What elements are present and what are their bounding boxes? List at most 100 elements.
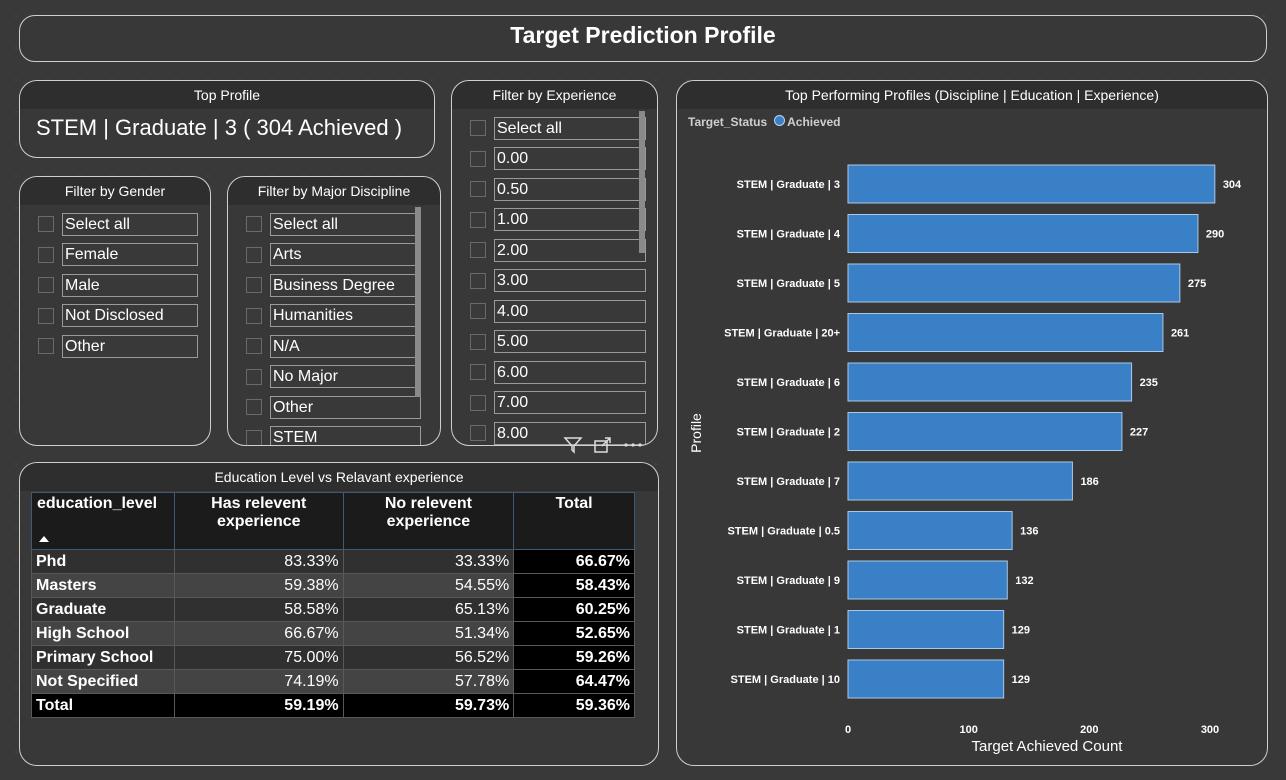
x-tick-label: 0 [845, 724, 851, 736]
x-tick-label: 200 [1080, 724, 1098, 736]
gender-option[interactable]: Select all [38, 209, 210, 240]
focus-mode-icon[interactable] [593, 436, 613, 454]
experience-checkbox[interactable] [470, 181, 486, 198]
table-row[interactable]: Masters 59.38% 54.55% 58.43% [31, 573, 635, 598]
experience-checkbox[interactable] [470, 333, 486, 350]
column-header-education-level[interactable]: education_level [31, 492, 175, 550]
experience-checkbox[interactable] [470, 364, 486, 381]
major-checkbox[interactable] [246, 338, 262, 355]
gender-checkbox[interactable] [38, 307, 54, 324]
experience-checkbox[interactable] [470, 425, 486, 442]
bar[interactable] [847, 461, 1073, 501]
experience-checkbox[interactable] [470, 150, 486, 167]
table-row[interactable]: Primary School 75.00% 56.52% 59.26% [31, 645, 635, 670]
bar[interactable] [847, 313, 1164, 352]
gender-slicer-list: Select all Female Male Not Disclosed Other [20, 205, 210, 362]
bar[interactable] [847, 560, 1008, 600]
data-label: 304 [1223, 179, 1242, 191]
experience-option[interactable]: 5.00 [470, 327, 657, 358]
column-header-has-experience[interactable]: Has relevent experience [173, 492, 344, 550]
experience-option-label: 5.00 [494, 330, 646, 354]
bar[interactable] [847, 164, 1216, 204]
bar[interactable] [847, 214, 1199, 253]
major-option[interactable]: Humanities [246, 301, 440, 332]
table-row[interactable]: Graduate 58.58% 65.13% 60.25% [31, 597, 635, 622]
major-slicer-scrollbar[interactable] [415, 207, 421, 397]
gender-checkbox[interactable] [38, 277, 54, 294]
major-option[interactable]: No Major [246, 362, 440, 393]
column-header-no-experience[interactable]: No relevent experience [342, 492, 515, 550]
bar[interactable] [847, 659, 1005, 699]
experience-option-label: 0.50 [494, 177, 646, 201]
gender-checkbox[interactable] [38, 338, 54, 355]
experience-checkbox[interactable] [470, 242, 486, 259]
experience-option[interactable]: 0.50 [470, 174, 657, 205]
table-header-row: education_level Has relevent experience … [31, 492, 635, 550]
gender-option[interactable]: Female [38, 240, 210, 271]
experience-checkbox[interactable] [470, 272, 486, 289]
bar[interactable] [847, 362, 1133, 402]
experience-option[interactable]: 0.00 [470, 144, 657, 175]
experience-checkbox[interactable] [470, 211, 486, 228]
bar[interactable] [847, 610, 1005, 649]
major-option[interactable]: STEM [246, 423, 440, 445]
experience-option[interactable]: 3.00 [470, 266, 657, 297]
bar[interactable] [847, 263, 1181, 303]
column-header-total[interactable]: Total [513, 492, 635, 550]
table-cell: 74.19% [173, 669, 344, 694]
major-option-label: No Major [270, 365, 421, 389]
experience-option[interactable]: 1.00 [470, 205, 657, 236]
gender-checkbox[interactable] [38, 246, 54, 263]
major-checkbox[interactable] [246, 216, 262, 233]
major-checkbox[interactable] [246, 429, 262, 445]
table-cell: 66.67% [513, 549, 635, 574]
major-checkbox[interactable] [246, 246, 262, 263]
total-cell: Total [31, 693, 175, 718]
experience-checkbox[interactable] [470, 303, 486, 320]
major-slicer-heading: Filter by Major Discipline [228, 177, 440, 205]
experience-checkbox[interactable] [470, 120, 486, 137]
major-slicer-list: Select all Arts Business Degree Humanities N… [228, 205, 440, 445]
bar[interactable] [847, 511, 1013, 550]
major-checkbox[interactable] [246, 277, 262, 294]
experience-option[interactable]: 4.00 [470, 296, 657, 327]
top-profile-value: STEM | Graduate | 3 ( 304 Achieved ) [36, 115, 403, 140]
major-option-label: Humanities [270, 304, 421, 328]
table-row[interactable]: Phd 83.33% 33.33% 66.67% [31, 549, 635, 574]
experience-checkbox[interactable] [470, 394, 486, 411]
major-checkbox[interactable] [246, 399, 262, 416]
major-checkbox[interactable] [246, 307, 262, 324]
experience-option[interactable]: 7.00 [470, 388, 657, 419]
table-cell: 59.26% [513, 645, 635, 670]
major-checkbox[interactable] [246, 368, 262, 385]
major-option[interactable]: Business Degree [246, 270, 440, 301]
visual-header-icons [563, 436, 643, 454]
gender-option[interactable]: Not Disclosed [38, 301, 210, 332]
category-label: STEM | Graduate | 5 [737, 278, 840, 290]
gender-option-label: Female [62, 243, 198, 267]
table-row[interactable]: High School 66.67% 51.34% 52.65% [31, 621, 635, 646]
gender-checkbox[interactable] [38, 216, 54, 233]
gender-option[interactable]: Other [38, 331, 210, 362]
row-label-cell: Not Specified [31, 669, 175, 694]
table-row[interactable]: Not Specified 74.19% 57.78% 64.47% [31, 669, 635, 694]
gender-option-label: Male [62, 273, 198, 297]
data-label: 261 [1171, 328, 1189, 340]
experience-option[interactable]: 6.00 [470, 357, 657, 388]
experience-option[interactable]: 2.00 [470, 235, 657, 266]
gender-option[interactable]: Male [38, 270, 210, 301]
category-label: STEM | Graduate | 3 [737, 179, 840, 191]
table-cell: 58.58% [173, 597, 344, 622]
major-option[interactable]: N/A [246, 331, 440, 362]
experience-option-label: 2.00 [494, 238, 646, 262]
major-option[interactable]: Other [246, 392, 440, 423]
more-options-icon[interactable] [623, 436, 643, 454]
major-option[interactable]: Select all [246, 209, 440, 240]
table-total-row: Total 59.19% 59.73% 59.36% [31, 693, 635, 718]
bar[interactable] [847, 412, 1123, 451]
experience-slicer-scrollbar[interactable] [639, 111, 645, 253]
sort-ascending-icon[interactable] [39, 536, 49, 542]
filter-icon[interactable] [563, 436, 583, 454]
major-option[interactable]: Arts [246, 240, 440, 271]
experience-option[interactable]: Select all [470, 113, 657, 144]
